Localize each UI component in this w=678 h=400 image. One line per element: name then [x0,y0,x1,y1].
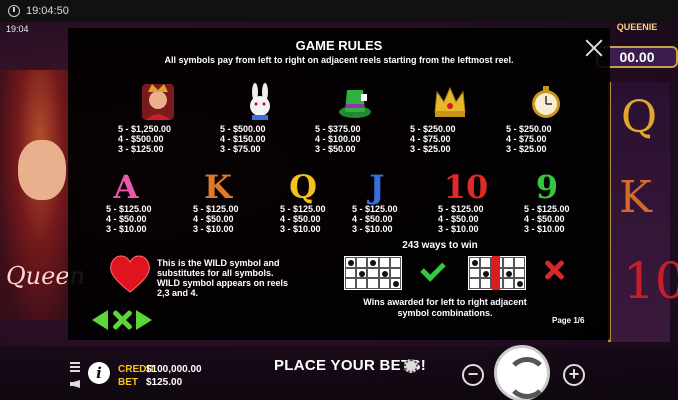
payout-line: 4 - $50.00 [438,214,479,224]
paytable-symbol: 5 - $250.00 4 - $75.00 3 - $25.00 [506,82,586,154]
payout-line: 5 - $125.00 [193,204,239,214]
credit-value: $100,000.00 [146,364,202,375]
payout-line: 4 - $150.00 [220,134,266,144]
payout-line: 5 - $125.00 [524,204,570,214]
jackpot-label: QUEENIE [616,22,658,32]
red-queen-icon [138,82,178,122]
payout-line: 3 - $25.00 [506,144,547,154]
wild-description: This is the WILD symbol and substitutes … [157,258,289,298]
chips-icon [404,359,418,373]
payout-line: 5 - $250.00 [506,124,552,134]
crown-icon [430,82,470,122]
reel-symbol: K [619,172,652,223]
payout-line: 4 - $50.00 [524,214,565,224]
page-navigation [92,310,152,330]
reel-symbol: 10 [623,252,678,310]
rules-subtitle: All symbols pay from left to right on ad… [164,55,514,65]
payout-line: 5 - $250.00 [410,124,456,134]
payout-line: 4 - $50.00 [193,214,234,224]
paytable-symbol: 5 - $1,250.00 4 - $500.00 3 - $125.00 [118,82,198,154]
payout-line: 3 - $10.00 [193,224,234,234]
rules-title: GAME RULES [295,38,383,53]
white-rabbit-icon [240,82,280,122]
broken-reel-marker [492,256,500,290]
payout-line: 3 - $125.00 [118,144,164,154]
payout-line: 3 - $10.00 [280,224,321,234]
payout-line: 3 - $50.00 [315,144,356,154]
paytable-symbol: 5 - $500.00 4 - $150.00 3 - $75.00 [220,82,300,154]
letter-k-symbol: K [204,168,232,206]
ways-title: 243 ways to win [402,240,478,251]
payout-line: 4 - $75.00 [506,134,547,144]
letter-q-symbol: Q [289,168,317,206]
payout-line: 5 - $125.00 [438,204,484,214]
payout-line: 4 - $50.00 [106,214,147,224]
cross-icon [544,260,564,280]
previous-page-icon[interactable] [92,310,108,330]
decrease-bet-button[interactable]: − [462,364,484,386]
valid-combination-grid [344,256,402,290]
payout-line: 3 - $10.00 [352,224,393,234]
increase-bet-button[interactable]: + [563,364,585,386]
payout-line: 5 - $125.00 [106,204,152,214]
bet-value: $125.00 [146,377,183,388]
paytable-symbol: Q 5 - $125.00 4 - $50.00 3 - $10.00 [280,170,360,234]
payout-line: 5 - $1,250.00 [118,124,172,134]
payout-line: 5 - $125.00 [280,204,326,214]
queen-face-art [18,140,66,200]
info-button[interactable]: i [88,362,110,384]
game-time: 19:04 [6,24,29,34]
payout-line: 4 - $100.00 [315,134,361,144]
payout-line: 5 - $125.00 [352,204,398,214]
wild-heart-icon [108,252,152,296]
payout-line: 3 - $10.00 [524,224,565,234]
number-9-symbol: 9 [535,168,559,206]
paytable-symbol: 10 5 - $125.00 4 - $50.00 3 - $10.00 [438,170,518,234]
wins-description: Wins awarded for left to right adjacent … [363,297,527,318]
paytable-symbol: 5 - $375.00 4 - $100.00 3 - $50.00 [315,82,395,154]
number-10-symbol: 10 [443,168,489,206]
payout-line: 3 - $10.00 [106,224,147,234]
reel-column: Q K 10 [608,82,678,342]
paytable-symbol: J 5 - $125.00 4 - $50.00 3 - $10.00 [352,170,432,234]
payout-line: 4 - $500.00 [118,134,164,144]
close-rules-icon[interactable] [112,310,132,330]
page-indicator: Page 1/6 [552,316,585,325]
payout-line: 3 - $10.00 [438,224,479,234]
pocket-watch-icon [526,82,566,122]
clock-icon [8,5,20,17]
paytable-symbol: 5 - $250.00 4 - $75.00 3 - $25.00 [410,82,490,154]
payout-line: 4 - $50.00 [352,214,393,224]
payout-line: 4 - $75.00 [410,134,451,144]
spin-button[interactable] [494,345,550,400]
next-page-icon[interactable] [136,310,152,330]
paytable-symbol: K 5 - $125.00 4 - $50.00 3 - $10.00 [193,170,273,234]
payout-line: 3 - $25.00 [410,144,451,154]
menu-icon[interactable] [70,362,80,372]
mad-hatter-hat-icon [335,82,375,122]
paytable-symbol: A 5 - $125.00 4 - $50.00 3 - $10.00 [106,170,186,234]
letter-j-symbol: J [369,168,385,206]
payout-line: 5 - $500.00 [220,124,266,134]
payout-line: 4 - $50.00 [280,214,321,224]
system-status-bar: 19:04:50 [0,0,678,22]
system-time: 19:04:50 [26,5,69,17]
reel-symbol: Q [621,92,658,143]
letter-a-symbol: A [113,168,139,206]
paytable-symbol: 9 5 - $125.00 4 - $50.00 3 - $10.00 [524,170,604,234]
payout-line: 5 - $375.00 [315,124,361,134]
bet-label: BET [118,377,138,388]
payout-line: 3 - $75.00 [220,144,261,154]
